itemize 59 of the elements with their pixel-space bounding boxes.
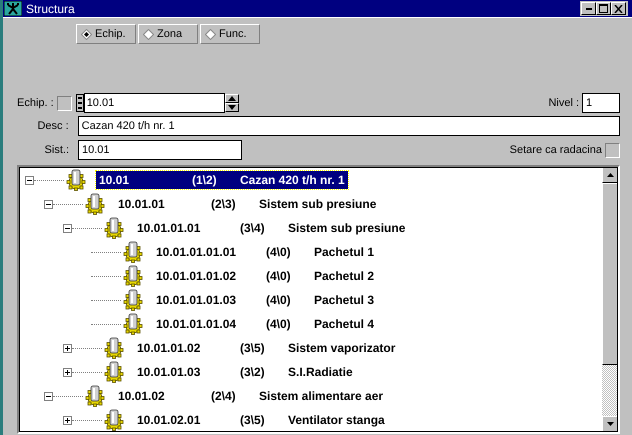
close-icon xyxy=(614,4,623,12)
minimize-icon xyxy=(586,8,592,10)
down-arrow-icon[interactable] xyxy=(606,422,614,426)
mode-option[interactable]: Echip. xyxy=(76,24,136,44)
spin-down-button[interactable] xyxy=(224,103,239,112)
tree-item[interactable]: 10.01.01.01.01 (4\0) Pachetul 1 xyxy=(153,243,378,261)
up-arrow-icon xyxy=(228,96,236,101)
collapse-icon[interactable] xyxy=(44,392,53,400)
window-title: Structura xyxy=(26,2,75,16)
sist-label: Sist.: xyxy=(44,144,69,156)
close-button[interactable] xyxy=(611,2,626,15)
root-label: Setare ca radacina xyxy=(510,144,602,156)
spin-up-button[interactable] xyxy=(224,94,239,103)
expand-icon[interactable] xyxy=(63,368,72,376)
grip-icon[interactable] xyxy=(76,94,84,112)
tree-item[interactable]: 10.01.01.01.04 (4\0) Pachetul 4 xyxy=(153,315,378,333)
collapse-icon[interactable] xyxy=(44,200,53,208)
sist-field[interactable]: 10.01 xyxy=(78,140,242,160)
gear-icon xyxy=(102,361,126,383)
collapse-icon[interactable] xyxy=(25,176,34,184)
desc-label: Desc : xyxy=(36,120,69,132)
tree-item[interactable]: 10.01.01.01 (3\4) Sistem sub presiune xyxy=(134,219,408,237)
mode-option[interactable]: Func. xyxy=(200,24,260,44)
gear-icon xyxy=(83,193,107,215)
expand-icon[interactable] xyxy=(63,416,72,424)
nivel-field[interactable]: 1 xyxy=(582,93,620,113)
gear-icon xyxy=(64,169,88,191)
tree-item[interactable]: 10.01.02 (2\4) Sistem alimentare aer xyxy=(115,387,386,405)
maximize-button[interactable] xyxy=(596,2,611,15)
gear-icon xyxy=(121,313,145,335)
gear-icon xyxy=(102,337,126,359)
gear-icon xyxy=(83,385,107,407)
scrollbar[interactable] xyxy=(602,167,618,432)
echip-label: Echip. : xyxy=(17,97,54,109)
app-icon xyxy=(4,1,22,16)
gear-icon xyxy=(121,289,145,311)
tree-item[interactable]: 10.01.01.01.02 (4\0) Pachetul 2 xyxy=(153,267,378,285)
gear-icon xyxy=(121,265,145,287)
tree-item[interactable]: 10.01.01.02 (3\5) Sistem vaporizator xyxy=(134,339,398,357)
gear-icon xyxy=(102,217,126,239)
minimize-button[interactable] xyxy=(581,2,596,15)
mode-option[interactable]: Zona xyxy=(138,24,198,44)
tree-item[interactable]: 10.01.01 (2\3) Sistem sub presiune xyxy=(115,195,380,213)
tree-item[interactable]: 10.01 (1\2) Cazan 420 t/h nr. 1 xyxy=(96,171,348,189)
expand-icon[interactable] xyxy=(63,344,72,352)
root-checkbox[interactable] xyxy=(605,142,620,158)
echip-checkbox[interactable] xyxy=(56,96,72,110)
nivel-label: Nivel : xyxy=(548,97,579,109)
gear-icon xyxy=(102,409,126,431)
gear-icon xyxy=(121,241,145,263)
tree-item[interactable]: 10.01.01.03 (3\2) S.I.Radiatie xyxy=(134,363,356,381)
desc-field[interactable]: Cazan 420 t/h nr. 1 xyxy=(78,116,620,136)
tree-item[interactable]: 10.01.01.01.03 (4\0) Pachetul 3 xyxy=(153,291,378,309)
collapse-icon[interactable] xyxy=(63,224,72,232)
up-arrow-icon[interactable] xyxy=(606,173,614,177)
down-arrow-icon xyxy=(228,105,236,110)
echip-field[interactable]: 10.01 xyxy=(84,93,225,113)
maximize-icon xyxy=(599,4,608,13)
tree-item[interactable]: 10.01.02.01 (3\5) Ventilator stanga xyxy=(134,411,388,429)
